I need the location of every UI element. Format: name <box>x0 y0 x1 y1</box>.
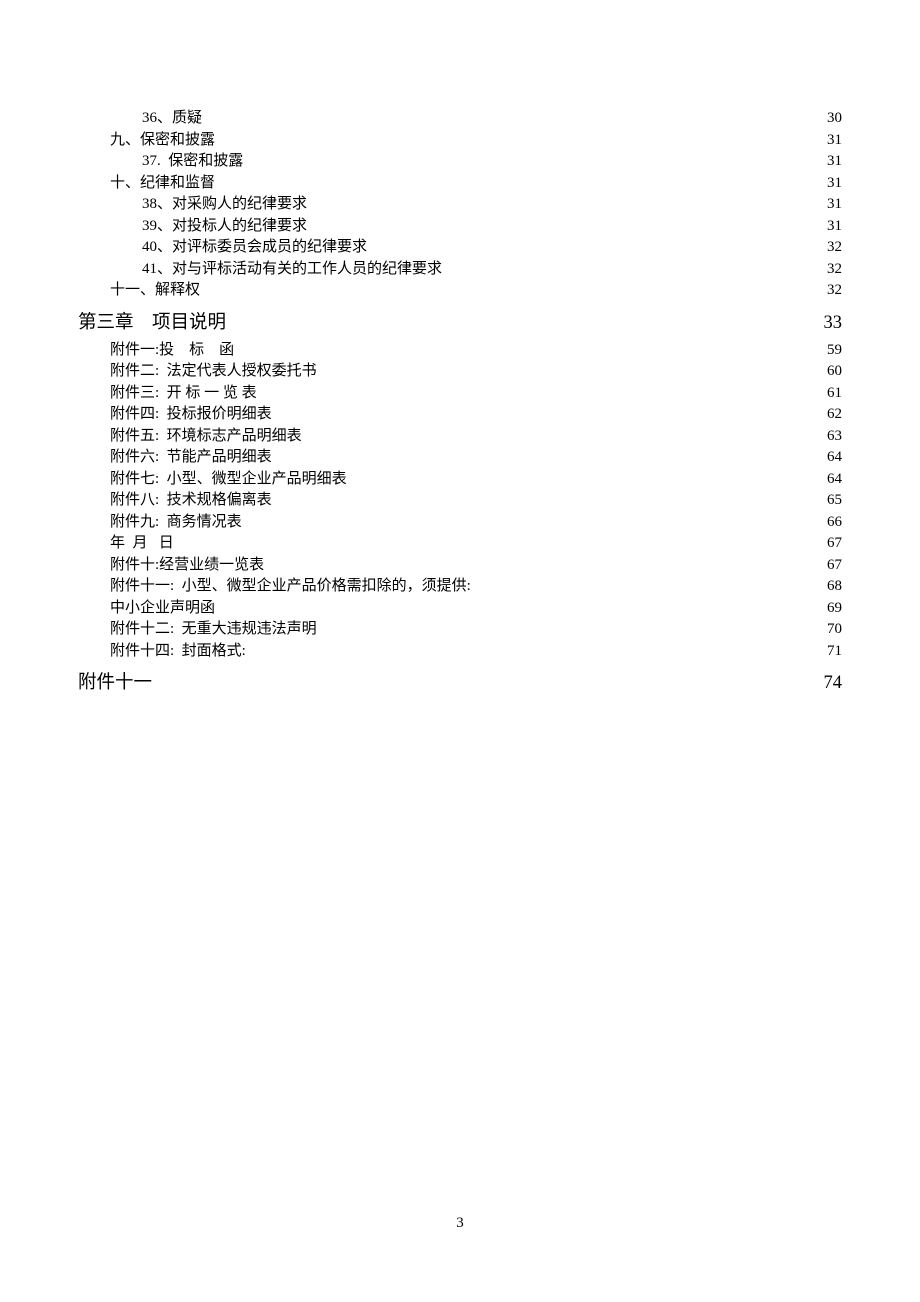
toc-entry: 附件十:经营业绩一览表 67 <box>78 555 842 577</box>
toc-entry-page: 31 <box>812 151 842 173</box>
document-page: 36、质疑30九、保密和披露3137. 保密和披露31十、纪律和监督3138、对… <box>0 0 920 695</box>
toc-entry-page: 32 <box>812 259 842 281</box>
toc-entry-label: 十一、解释权 <box>110 280 200 302</box>
toc-entry-page: 31 <box>812 173 842 195</box>
toc-entry-page: 61 <box>812 383 842 405</box>
toc-entry-page: 65 <box>812 490 842 512</box>
toc-entry-label: 附件三: 开 标 一 览 表 <box>110 383 257 405</box>
toc-entry-label: 附件七: 小型、微型企业产品明细表 <box>110 469 347 491</box>
toc-entry-page: 63 <box>812 426 842 448</box>
toc-entry-page: 69 <box>812 598 842 620</box>
toc-entry-label: 附件一:投 标 函 <box>110 340 234 362</box>
toc-entry: 附件六: 节能产品明细表 64 <box>78 447 842 469</box>
toc-entry-label: 附件十一 <box>78 671 152 695</box>
toc-entry-label: 附件六: 节能产品明细表 <box>110 447 272 469</box>
toc-entry: 41、对与评标活动有关的工作人员的纪律要求 32 <box>78 259 842 281</box>
toc-entry-page: 70 <box>812 619 842 641</box>
toc-entry-label: 年 月 日 <box>110 533 174 555</box>
toc-entry-label: 附件八: 技术规格偏离表 <box>110 490 272 512</box>
toc-entry-label: 附件十:经营业绩一览表 <box>110 555 264 577</box>
toc-entry: 十、纪律和监督 31 <box>78 173 842 195</box>
toc-entry-page: 68 <box>812 576 842 598</box>
toc-entry: 附件十二: 无重大违规违法声明 70 <box>78 619 842 641</box>
toc-entry-label: 中小企业声明函 <box>110 598 215 620</box>
toc-entry-page: 31 <box>812 130 842 152</box>
toc-entry-page: 31 <box>812 216 842 238</box>
toc-entry-label: 38、对采购人的纪律要求 <box>142 194 307 216</box>
toc-entry-page: 74 <box>812 671 842 695</box>
toc-entry: 附件十一: 小型、微型企业产品价格需扣除的，须提供: 68 <box>78 576 842 598</box>
toc-entry: 附件二: 法定代表人授权委托书 60 <box>78 361 842 383</box>
toc-entry-label: 十、纪律和监督 <box>110 173 215 195</box>
toc-entry: 39、对投标人的纪律要求 31 <box>78 216 842 238</box>
toc-entry: 中小企业声明函 69 <box>78 598 842 620</box>
toc-entry-page: 31 <box>812 194 842 216</box>
table-of-contents: 36、质疑30九、保密和披露3137. 保密和披露31十、纪律和监督3138、对… <box>78 108 842 695</box>
toc-entry: 附件十四: 封面格式: 71 <box>78 641 842 663</box>
toc-entry-label: 附件十四: 封面格式: <box>110 641 246 663</box>
toc-entry-label: 36、质疑 <box>142 108 202 130</box>
toc-entry-label: 附件五: 环境标志产品明细表 <box>110 426 302 448</box>
toc-entry: 附件八: 技术规格偏离表 65 <box>78 490 842 512</box>
toc-entry-page: 60 <box>812 361 842 383</box>
toc-entry-page: 32 <box>812 280 842 302</box>
toc-entry-label: 附件十一: 小型、微型企业产品价格需扣除的，须提供: <box>110 576 471 598</box>
page-number: 3 <box>0 1215 920 1232</box>
toc-entry: 附件十一 74 <box>78 671 842 695</box>
toc-entry: 年 月 日 67 <box>78 533 842 555</box>
toc-entry-page: 62 <box>812 404 842 426</box>
toc-entry-page: 71 <box>812 641 842 663</box>
toc-entry-page: 30 <box>812 108 842 130</box>
toc-entry-page: 32 <box>812 237 842 259</box>
toc-entry-page: 67 <box>812 533 842 555</box>
toc-entry: 附件九: 商务情况表 66 <box>78 512 842 534</box>
toc-entry-label: 第三章 项目说明 <box>78 311 226 335</box>
toc-entry: 附件三: 开 标 一 览 表 61 <box>78 383 842 405</box>
toc-entry: 十一、解释权 32 <box>78 280 842 302</box>
toc-entry: 附件五: 环境标志产品明细表 63 <box>78 426 842 448</box>
toc-entry-label: 41、对与评标活动有关的工作人员的纪律要求 <box>142 259 442 281</box>
toc-entry-label: 附件四: 投标报价明细表 <box>110 404 272 426</box>
toc-entry: 37. 保密和披露 31 <box>78 151 842 173</box>
toc-entry-label: 附件二: 法定代表人授权委托书 <box>110 361 317 383</box>
toc-entry: 附件四: 投标报价明细表 62 <box>78 404 842 426</box>
toc-entry: 第三章 项目说明 33 <box>78 311 842 335</box>
toc-entry-label: 37. 保密和披露 <box>142 151 243 173</box>
toc-entry-label: 40、对评标委员会成员的纪律要求 <box>142 237 367 259</box>
toc-entry-label: 附件九: 商务情况表 <box>110 512 242 534</box>
toc-entry-page: 64 <box>812 447 842 469</box>
toc-entry: 36、质疑 30 <box>78 108 842 130</box>
toc-entry-page: 59 <box>812 340 842 362</box>
toc-entry: 38、对采购人的纪律要求 31 <box>78 194 842 216</box>
toc-entry-label: 39、对投标人的纪律要求 <box>142 216 307 238</box>
toc-entry: 附件七: 小型、微型企业产品明细表 64 <box>78 469 842 491</box>
toc-entry: 附件一:投 标 函 59 <box>78 340 842 362</box>
toc-entry-page: 64 <box>812 469 842 491</box>
toc-entry-label: 九、保密和披露 <box>110 130 215 152</box>
toc-entry-label: 附件十二: 无重大违规违法声明 <box>110 619 317 641</box>
toc-entry-page: 66 <box>812 512 842 534</box>
toc-entry-page: 67 <box>812 555 842 577</box>
toc-entry: 九、保密和披露 31 <box>78 130 842 152</box>
toc-entry-page: 33 <box>812 311 842 335</box>
toc-entry: 40、对评标委员会成员的纪律要求 32 <box>78 237 842 259</box>
